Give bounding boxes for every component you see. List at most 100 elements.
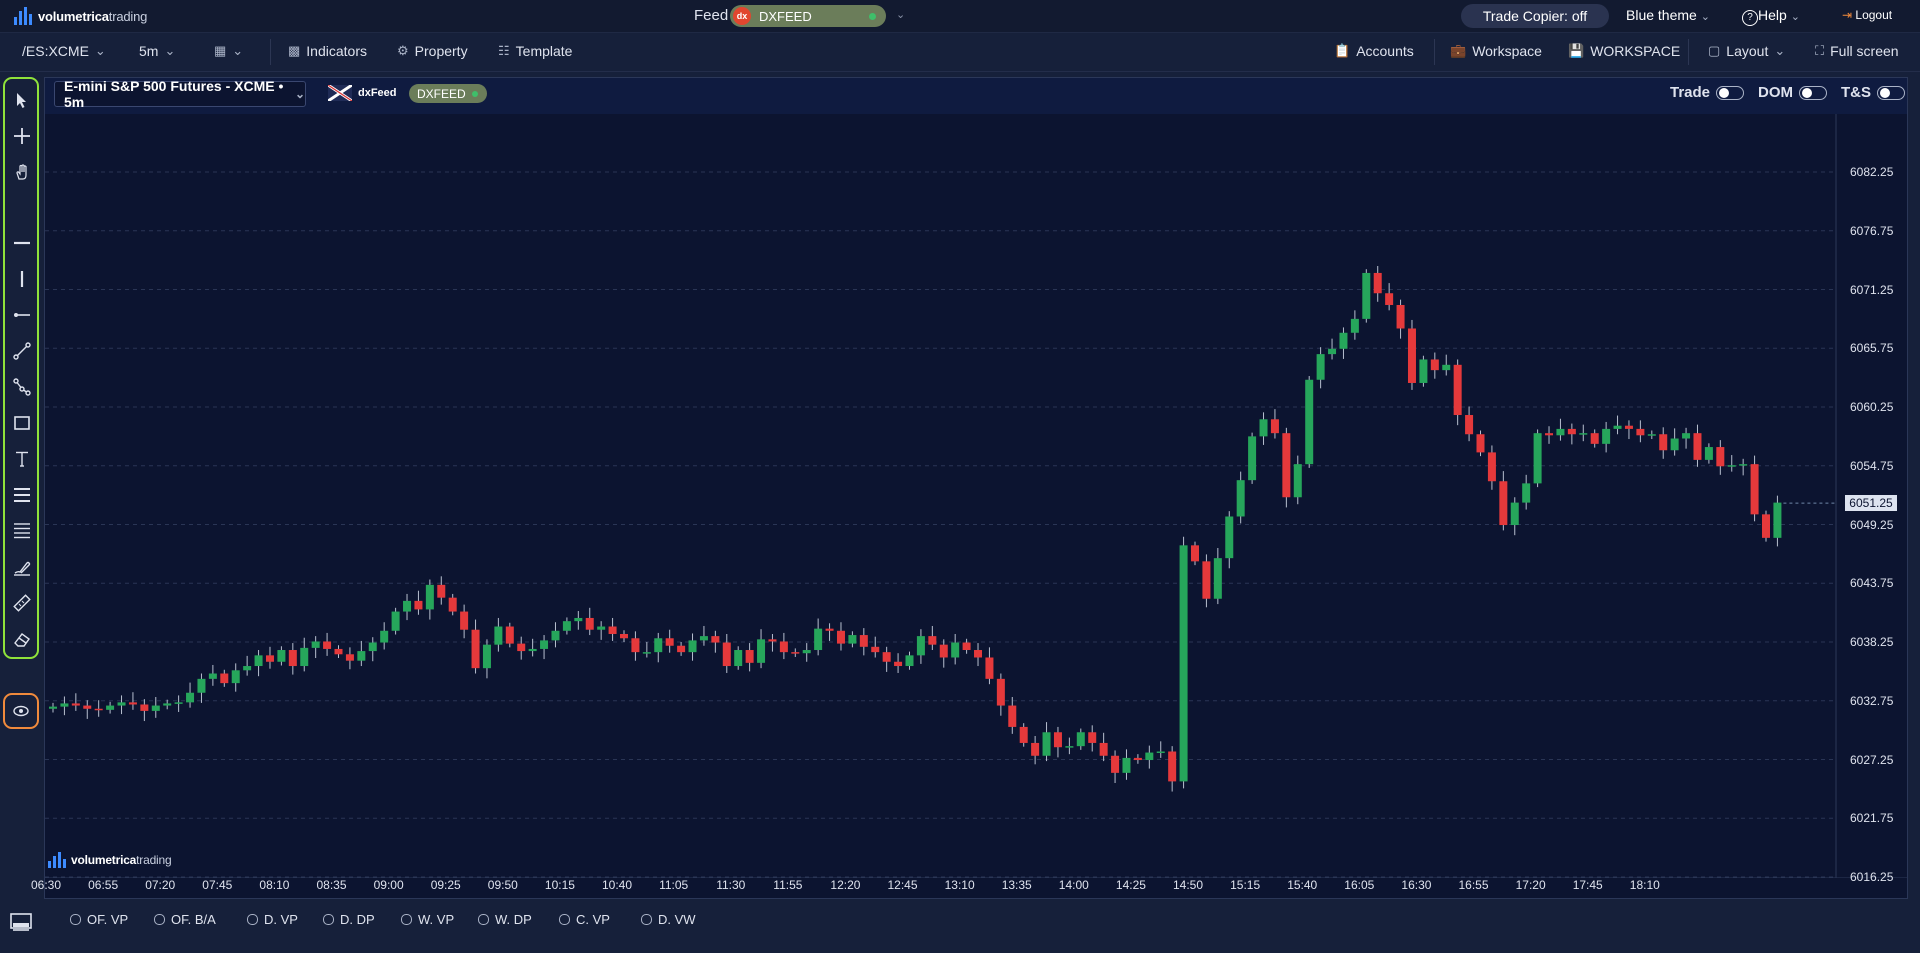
candle-body xyxy=(894,661,903,667)
radio-icon[interactable] xyxy=(247,914,258,925)
help-menu[interactable]: ? Help ⌄ xyxy=(1742,7,1800,26)
accounts-button[interactable]: 📋 Accounts xyxy=(1334,43,1414,59)
candle xyxy=(1293,455,1302,505)
candle-body xyxy=(1545,433,1554,436)
panel-toggle-button[interactable] xyxy=(9,912,33,932)
toggle-switch[interactable] xyxy=(1799,85,1827,100)
candle xyxy=(1076,728,1085,750)
time-tick-label: 17:20 xyxy=(1515,878,1546,892)
workspace-button[interactable]: 💼 Workspace xyxy=(1450,43,1542,59)
candle xyxy=(1419,355,1428,387)
radio-icon[interactable] xyxy=(478,914,489,925)
bar-chart-icon: ▩ xyxy=(288,43,301,58)
tool-brush[interactable] xyxy=(12,557,32,577)
tool-crosshair[interactable] xyxy=(12,126,32,146)
candle xyxy=(1579,424,1588,442)
tool-ray[interactable] xyxy=(12,305,32,325)
toggle-switch[interactable] xyxy=(1716,85,1745,100)
layout-selector[interactable]: ▢ Layout ⌄ xyxy=(1708,43,1785,59)
overlay-option[interactable]: OF. VP xyxy=(70,912,128,927)
tool-rectangle[interactable] xyxy=(12,413,32,433)
candle xyxy=(1533,429,1542,488)
overlay-option[interactable]: D. DP xyxy=(323,912,375,927)
overlay-option[interactable]: C. VP xyxy=(559,912,610,927)
trade-copier-button[interactable]: Trade Copier: off xyxy=(1461,4,1609,28)
radio-icon[interactable] xyxy=(154,914,165,925)
logout-label: Logout xyxy=(1855,8,1893,22)
tool-text[interactable] xyxy=(12,449,32,469)
overlay-option[interactable]: OF. B/A xyxy=(154,912,216,927)
candle xyxy=(939,639,948,668)
feed-selector[interactable]: dx DXFEED xyxy=(730,5,886,27)
overlay-option[interactable]: D. VW xyxy=(641,912,696,927)
candle-body xyxy=(208,673,217,679)
tool-hand[interactable] xyxy=(12,162,32,182)
instrument-selector[interactable]: E-mini S&P 500 Futures - XCME • 5m ⌄ xyxy=(54,78,306,110)
tool-ruler[interactable] xyxy=(12,593,32,613)
candle xyxy=(562,617,571,635)
template-button[interactable]: ☷ Template xyxy=(498,43,572,59)
time-tick-label: 11:30 xyxy=(716,878,746,892)
candle-body xyxy=(1019,726,1028,743)
time-tick-label: 10:15 xyxy=(544,878,575,892)
radio-icon[interactable] xyxy=(323,914,334,925)
candle xyxy=(1704,443,1713,464)
candle xyxy=(665,629,674,653)
property-button[interactable]: ⚙ Property xyxy=(397,43,468,59)
tool-trend-line[interactable] xyxy=(12,341,32,361)
candle xyxy=(208,664,217,686)
chevron-down-icon[interactable]: ⌄ xyxy=(896,8,905,21)
candle xyxy=(482,639,491,679)
feed-badge: DXFEED xyxy=(409,84,487,103)
candle-body xyxy=(1305,379,1314,465)
app-logo: volumetricatrading xyxy=(14,6,147,26)
tool-vertical-line[interactable] xyxy=(12,269,32,289)
candle xyxy=(1362,269,1371,323)
tool-cursor[interactable] xyxy=(12,90,32,110)
logout-button[interactable]: ⇥ Logout xyxy=(1842,8,1892,22)
candle-body xyxy=(1419,359,1428,383)
time-tick-label: 16:30 xyxy=(1401,878,1432,892)
candle-body xyxy=(1499,481,1508,526)
overlay-option[interactable]: W. VP xyxy=(401,912,454,927)
symbol-selector[interactable]: /ES:XCME ⌄ xyxy=(22,43,106,59)
tool-fib-retracement[interactable] xyxy=(12,485,32,505)
radio-icon[interactable] xyxy=(559,914,570,925)
visibility-toggle[interactable] xyxy=(3,693,39,729)
radio-icon[interactable] xyxy=(641,914,652,925)
chart-type-selector[interactable]: ▦ ⌄ xyxy=(214,43,243,59)
workspace-save-button[interactable]: 💾 WORKSPACE xyxy=(1568,43,1680,59)
overlay-option[interactable]: W. DP xyxy=(478,912,532,927)
dom-toggle[interactable]: DOM xyxy=(1758,84,1827,101)
indicators-button[interactable]: ▩ Indicators xyxy=(288,43,367,59)
toggle-switch[interactable] xyxy=(1877,85,1905,100)
candle-body xyxy=(243,666,252,671)
candle-body xyxy=(734,650,743,667)
workspace-name: WORKSPACE xyxy=(1590,43,1681,59)
ts-toggle-label: T&S xyxy=(1841,84,1871,101)
time-tick-label: 13:35 xyxy=(1001,878,1032,892)
candle xyxy=(1373,266,1382,302)
tool-horizontal-line[interactable] xyxy=(12,233,32,253)
candle-body xyxy=(1065,746,1074,748)
tool-eraser[interactable] xyxy=(12,629,32,649)
time-tick-label: 12:45 xyxy=(887,878,918,892)
tool-polyline[interactable] xyxy=(12,377,32,397)
candle-body xyxy=(323,641,332,649)
ts-toggle[interactable]: T&S xyxy=(1841,84,1905,101)
tool-parallel-lines[interactable] xyxy=(12,521,32,541)
text-icon xyxy=(16,451,28,467)
candle-body xyxy=(60,703,69,707)
price-tick-label: 6021.75 xyxy=(1850,811,1894,826)
candle-body xyxy=(1099,742,1108,756)
theme-selector[interactable]: Blue theme ⌄ xyxy=(1626,7,1710,23)
timeframe-selector[interactable]: 5m ⌄ xyxy=(139,43,175,59)
candle xyxy=(140,699,149,722)
overlay-option[interactable]: D. VP xyxy=(247,912,298,927)
radio-icon[interactable] xyxy=(70,914,81,925)
candle-body xyxy=(1510,502,1519,526)
price-chart[interactable] xyxy=(45,114,1907,878)
radio-icon[interactable] xyxy=(401,914,412,925)
trade-toggle[interactable]: Trade xyxy=(1670,84,1745,101)
fullscreen-button[interactable]: ⛶ Full screen xyxy=(1815,43,1899,59)
